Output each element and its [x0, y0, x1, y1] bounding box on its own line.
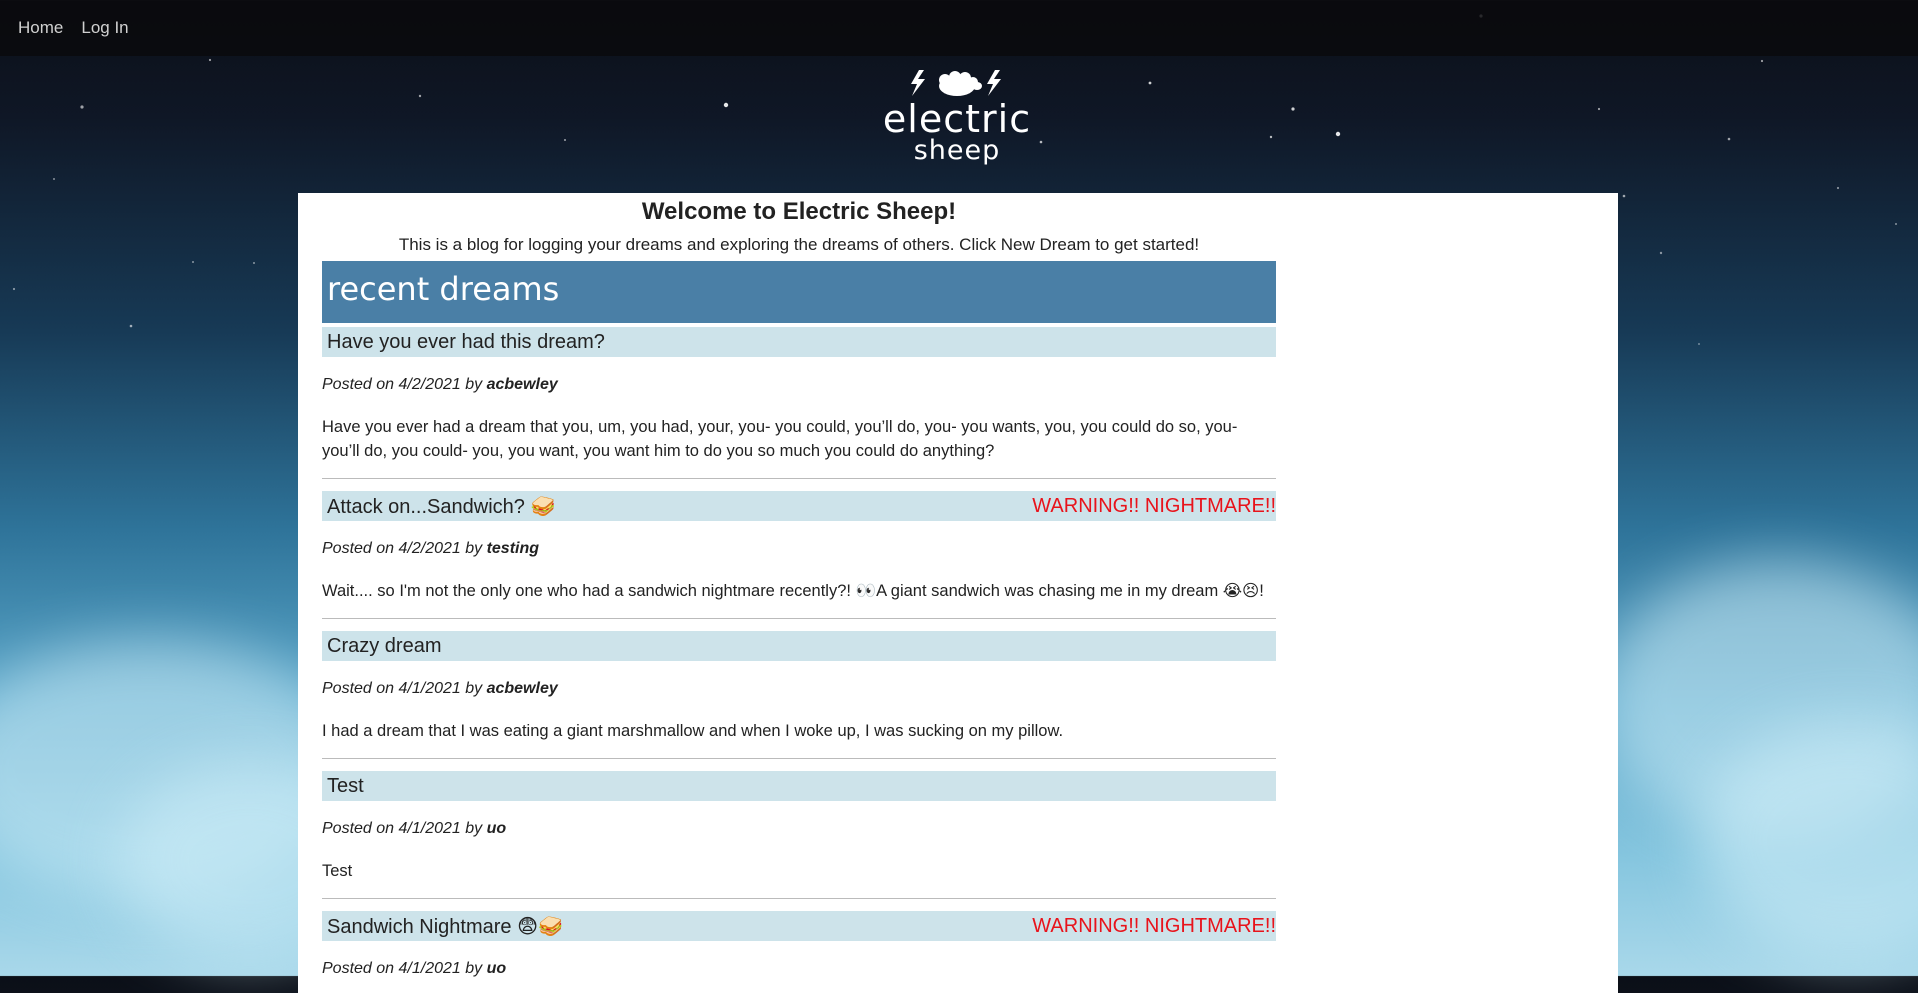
main-panel: Welcome to Electric Sheep! This is a blo…: [298, 193, 1618, 993]
post-divider: [322, 758, 1276, 759]
post-meta: Posted on 4/1/2021 by acbewley: [322, 680, 1276, 700]
intro-text: This is a blog for logging your dreams a…: [398, 235, 1200, 254]
post-title-bar: Test: [322, 771, 1276, 801]
post-date: Posted on 4/1/2021 by: [322, 960, 483, 977]
post-author[interactable]: uo: [487, 960, 507, 977]
post-title[interactable]: Crazy dream: [322, 635, 441, 658]
post-card: Have you ever had this dream? Posted on …: [322, 327, 1276, 479]
post-author[interactable]: acbewley: [487, 376, 558, 393]
post-card: Attack on...Sandwich? 🥪 WARNING!! NIGHTM…: [322, 491, 1276, 619]
post-meta: Posted on 4/1/2021 by uo: [322, 820, 1276, 840]
nightmare-warning: WARNING!! NIGHTMARE!!: [1032, 914, 1276, 937]
post-title-bar: Crazy dream: [322, 631, 1276, 661]
post-meta: Posted on 4/1/2021 by uo: [322, 960, 1276, 980]
post-title[interactable]: Sandwich Nightmare 😨🥪: [322, 914, 563, 939]
post-author[interactable]: testing: [487, 540, 539, 557]
content-column: Welcome to Electric Sheep! This is a blo…: [322, 193, 1276, 992]
post-divider: [322, 898, 1276, 899]
post-date: Posted on 4/2/2021 by: [322, 376, 483, 393]
post-author[interactable]: uo: [487, 820, 507, 837]
post-meta: Posted on 4/2/2021 by acbewley: [322, 376, 1276, 396]
nav-login-link[interactable]: Log In: [81, 18, 128, 38]
recent-dreams-heading: recent dreams: [322, 261, 1276, 323]
post-card: Test Posted on 4/1/2021 by uo Test: [322, 771, 1276, 899]
post-title-bar: Sandwich Nightmare 😨🥪 WARNING!! NIGHTMAR…: [322, 911, 1276, 941]
top-navbar: Home Log In: [0, 0, 1918, 56]
nightmare-warning: WARNING!! NIGHTMARE!!: [1032, 494, 1276, 517]
post-body: Test: [322, 862, 353, 880]
site-logo[interactable]: electric sheep: [883, 66, 1030, 170]
sheep-lightning-icon: [897, 66, 1017, 100]
post-author[interactable]: acbewley: [487, 680, 558, 697]
post-title[interactable]: Test: [322, 775, 364, 798]
post-title[interactable]: Have you ever had this dream?: [322, 331, 605, 354]
post-meta: Posted on 4/2/2021 by testing: [322, 540, 1276, 560]
post-title[interactable]: Attack on...Sandwich? 🥪: [322, 494, 555, 519]
post-divider: [322, 618, 1276, 619]
post-card: Crazy dream Posted on 4/1/2021 by acbewl…: [322, 631, 1276, 759]
page-title: Welcome to Electric Sheep!: [641, 198, 957, 225]
post-body: I had a dream that I was eating a giant …: [322, 722, 1064, 740]
post-date: Posted on 4/2/2021 by: [322, 540, 483, 557]
post-title-bar: Attack on...Sandwich? 🥪 WARNING!! NIGHTM…: [322, 491, 1276, 521]
nav-home-link[interactable]: Home: [18, 18, 63, 38]
logo-word-sheep: sheep: [913, 135, 1001, 166]
logo-word-electric: electric: [882, 97, 1032, 141]
post-title-bar: Have you ever had this dream?: [322, 327, 1276, 357]
post-date: Posted on 4/1/2021 by: [322, 820, 483, 837]
post-body: Have you ever had a dream that you, um, …: [322, 418, 1238, 460]
post-date: Posted on 4/1/2021 by: [322, 680, 483, 697]
post-divider: [322, 478, 1276, 479]
post-body: Wait.... so I'm not the only one who had…: [322, 582, 1264, 600]
post-card: Sandwich Nightmare 😨🥪 WARNING!! NIGHTMAR…: [322, 911, 1276, 980]
